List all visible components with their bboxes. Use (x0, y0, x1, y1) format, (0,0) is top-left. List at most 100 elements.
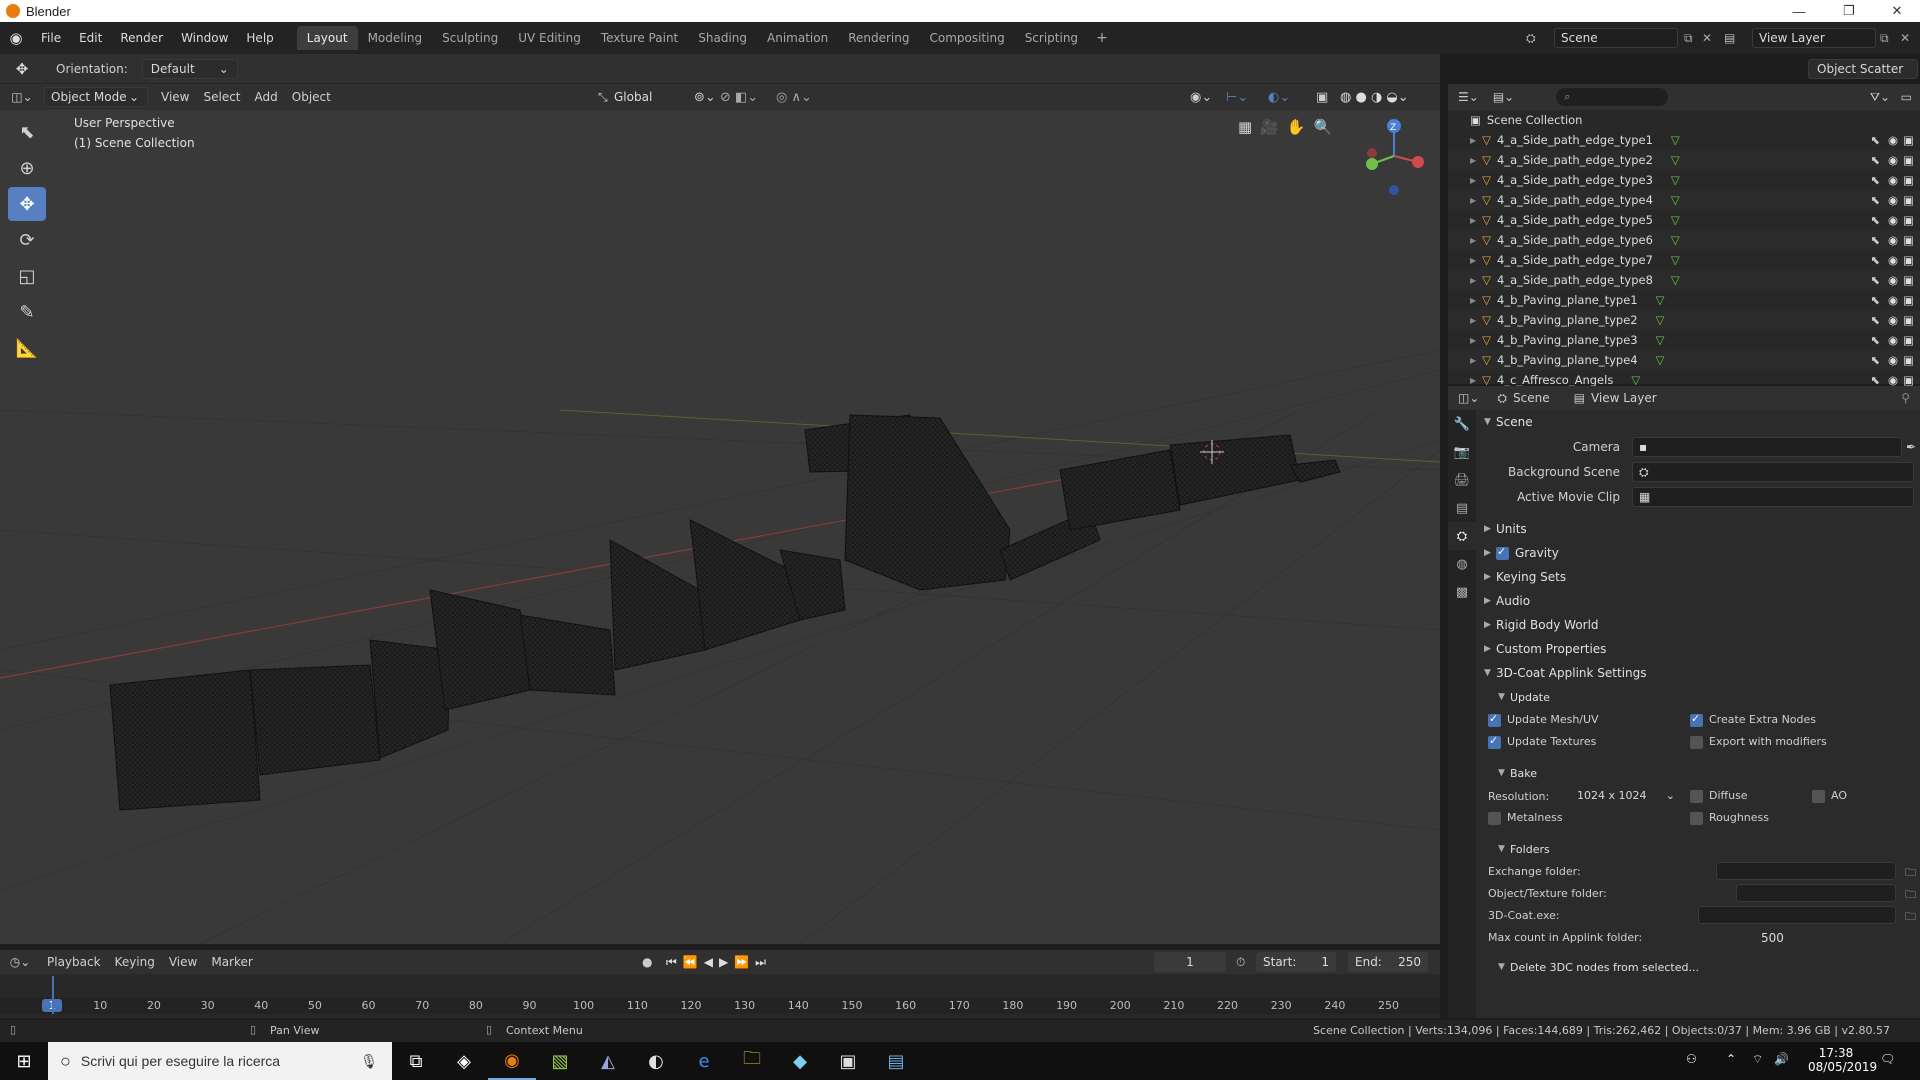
menu-render[interactable]: Render (111, 22, 172, 54)
update-textures-checkbox[interactable]: Update Textures (1488, 734, 1596, 749)
3d-viewport[interactable]: Z User Perspective (1) Scene Collection … (0, 110, 1440, 944)
render-camera-icon[interactable]: ▣ (1903, 153, 1914, 167)
mesh-data-icon[interactable]: ▽ (1671, 233, 1680, 247)
output-tab-icon[interactable]: 🖨 (1448, 466, 1476, 494)
select-toggle-icon[interactable]: ⬉ (1870, 193, 1880, 207)
scene-icon[interactable]: ⛭ (1526, 31, 1536, 46)
resolution-dropdown[interactable]: 1024 x 1024 ⌄ (1568, 786, 1684, 806)
pin-icon[interactable]: ⚲ (1901, 391, 1910, 405)
pan-hand-icon[interactable]: ✋ (1287, 118, 1306, 136)
filter-icon[interactable]: ⛛⌄ (1870, 90, 1890, 105)
volume-icon[interactable]: 🔊 (1774, 1052, 1789, 1066)
playback-controls[interactable]: ⏮⏪◀▶⏩⏭ (666, 955, 772, 970)
ao-checkbox[interactable]: AO (1812, 789, 1847, 803)
editor-type-icon[interactable]: ◫⌄ (0, 90, 44, 104)
record-icon[interactable]: ● (642, 955, 652, 969)
xray-icon[interactable]: ▣ (1316, 90, 1328, 105)
menu-view[interactable]: View (154, 87, 196, 107)
notifications-icon[interactable]: 🗨 (1880, 1052, 1895, 1066)
move-tool-icon[interactable]: ✥ (8, 187, 46, 221)
tray-chevron-up-icon[interactable]: ⌃ (1726, 1052, 1736, 1066)
proportional-edit-icon[interactable]: ◎ ∧⌄ (776, 90, 812, 105)
people-icon[interactable]: ⚇ (1686, 1052, 1697, 1066)
blender-menu-icon[interactable]: ◉ (0, 29, 32, 47)
playhead[interactable] (52, 976, 54, 1014)
microphone-icon[interactable]: 🎙 (360, 1053, 378, 1070)
file-explorer-icon[interactable]: 🗀 (728, 1042, 776, 1080)
eye-icon[interactable]: ◉ (1888, 213, 1898, 227)
transform-orientation-icon[interactable]: ⤡ (598, 90, 608, 105)
new-viewlayer-icon[interactable]: ⧉ (1880, 31, 1889, 46)
outliner-item[interactable]: ▶ ▽ 4_a_Side_path_edge_type5 ▽ ⬉ ◉ ▣ (1448, 210, 1920, 230)
viewlayer-icon[interactable]: ▤ (1724, 31, 1735, 45)
clock[interactable]: 17:38 08/05/2019 (1808, 1046, 1877, 1074)
new-collection-icon[interactable]: ▭ (1901, 90, 1912, 104)
outliner-item[interactable]: ▶ ▽ 4_a_Side_path_edge_type2 ▽ ⬉ ◉ ▣ (1448, 150, 1920, 170)
mesh-data-icon[interactable]: ▽ (1671, 213, 1680, 227)
viewlayer-selector[interactable]: View Layer (1752, 28, 1876, 48)
eye-icon[interactable]: ◉ (1888, 193, 1898, 207)
rotate-tool-icon[interactable]: ⟳ (8, 223, 46, 257)
tab-animation[interactable]: Animation (757, 26, 838, 50)
eye-icon[interactable]: ◉ (1888, 353, 1898, 367)
subpanel-delete-3dc[interactable]: ▼ Delete 3DC nodes from selected... (1476, 955, 1920, 979)
app-icon-3[interactable]: ◐ (632, 1042, 680, 1080)
eye-icon[interactable]: ◉ (1888, 373, 1898, 387)
render-camera-icon[interactable]: ▣ (1903, 353, 1914, 367)
viewport-canvas[interactable]: Z (0, 110, 1440, 944)
panel-audio[interactable]: ▶ Audio (1476, 589, 1920, 613)
eye-icon[interactable]: ◉ (1888, 293, 1898, 307)
measure-tool-icon[interactable]: 📐 (8, 331, 46, 365)
snap-icon[interactable]: ⊘ ◧⌄ (720, 90, 758, 105)
close-icon[interactable]: ✕ (1874, 0, 1920, 22)
exchange-folder-input[interactable] (1716, 862, 1896, 880)
timeline-area[interactable]: 1102030405060708090100110120130140150160… (0, 974, 1440, 1018)
taskbar-search-input[interactable]: ○ Scrivi qui per eseguire la ricerca 🎙 (48, 1042, 392, 1080)
folder-icon[interactable]: 🗀 (1905, 886, 1916, 905)
create-extra-nodes-checkbox[interactable]: Create Extra Nodes (1690, 712, 1816, 727)
tab-sculpting[interactable]: Sculpting (432, 26, 508, 50)
expand-arrow-icon[interactable]: ▶ (1470, 316, 1476, 325)
breadcrumb-viewlayer[interactable]: View Layer (1591, 391, 1657, 405)
panel-units[interactable]: ▶ Units (1476, 517, 1920, 541)
eye-icon[interactable]: ◉ (1888, 313, 1898, 327)
eye-icon[interactable]: ◉ (1888, 233, 1898, 247)
outliner-search-input[interactable]: ⌕ (1556, 88, 1669, 106)
perspective-toggle-icon[interactable]: ▦ (1238, 118, 1252, 136)
object-mode-dropdown[interactable]: Object Mode ⌄ (44, 87, 148, 107)
render-tab-icon[interactable]: 📷 (1448, 438, 1476, 466)
timeline-menu-keying[interactable]: Keying (108, 952, 162, 972)
stopwatch-icon[interactable]: ⏱ (1236, 955, 1245, 970)
move-tool-icon[interactable]: ✥ (0, 60, 44, 78)
pivot-icon[interactable]: ⊚⌄ (694, 90, 716, 105)
expand-arrow-icon[interactable]: ▶ (1470, 176, 1476, 185)
shading-modes-icon[interactable]: ◍ ● ◑ ◒⌄ (1340, 90, 1409, 105)
task-view-icon[interactable]: ⧉ (392, 1042, 440, 1080)
render-camera-icon[interactable]: ▣ (1903, 293, 1914, 307)
expand-arrow-icon[interactable]: ▶ (1470, 276, 1476, 285)
delete-scene-icon[interactable]: ✕ (1702, 31, 1712, 45)
folder-icon[interactable]: 🗀 (1905, 864, 1916, 883)
blender-app-icon[interactable]: ◉ (488, 1042, 536, 1080)
outliner-item[interactable]: ▶ ▽ 4_b_Paving_plane_type2 ▽ ⬉ ◉ ▣ (1448, 310, 1920, 330)
select-toggle-icon[interactable]: ⬉ (1870, 313, 1880, 327)
mesh-data-icon[interactable]: ▽ (1656, 313, 1665, 327)
minimize-icon[interactable]: — (1776, 0, 1822, 22)
menu-edit[interactable]: Edit (70, 22, 111, 54)
mesh-data-icon[interactable]: ▽ (1671, 133, 1680, 147)
timeline-ruler[interactable]: 1102030405060708090100110120130140150160… (0, 998, 1440, 1014)
expand-arrow-icon[interactable]: ▶ (1470, 296, 1476, 305)
roughness-checkbox[interactable]: Roughness (1690, 811, 1769, 825)
render-camera-icon[interactable]: ▣ (1903, 273, 1914, 287)
render-camera-icon[interactable]: ▣ (1903, 233, 1914, 247)
mesh-data-icon[interactable]: ▽ (1671, 193, 1680, 207)
object-scatter-dropdown[interactable]: Object Scatter (1808, 59, 1918, 79)
render-camera-icon[interactable]: ▣ (1903, 193, 1914, 207)
app-icon-5[interactable]: ▣ (824, 1042, 872, 1080)
timeline-menu-view[interactable]: View (162, 952, 204, 972)
expand-arrow-icon[interactable]: ▶ (1470, 356, 1476, 365)
unity-app-icon[interactable]: ◈ (440, 1042, 488, 1080)
active-clip-field[interactable]: ▦ (1632, 486, 1914, 507)
select-toggle-icon[interactable]: ⬉ (1870, 233, 1880, 247)
expand-arrow-icon[interactable]: ▶ (1470, 156, 1476, 165)
